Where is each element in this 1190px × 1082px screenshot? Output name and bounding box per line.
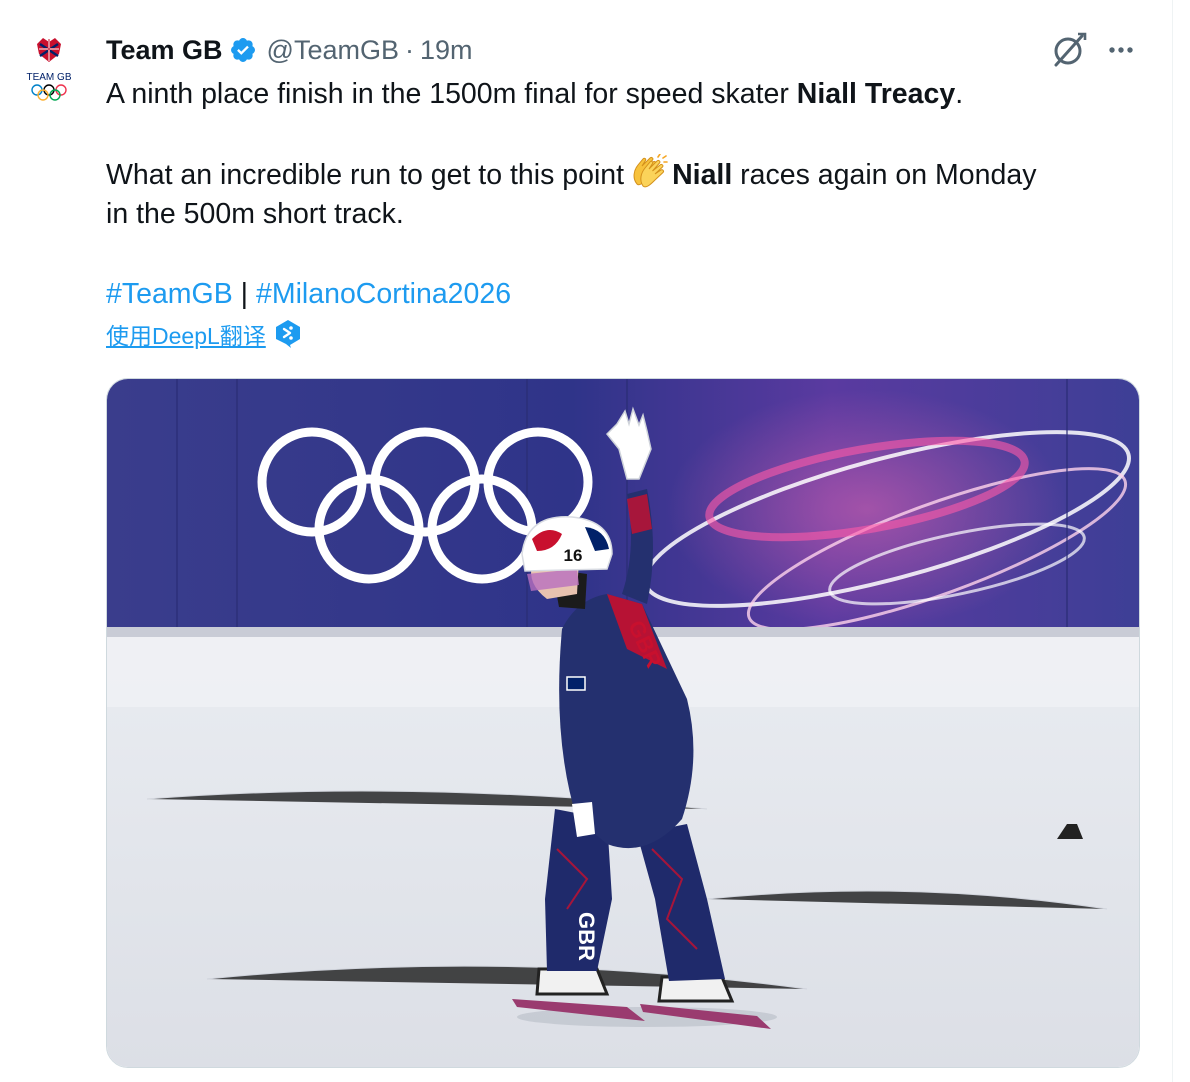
tweet-line-2: What an incredible run to get to this po… [106, 154, 1136, 194]
logo-text: TEAM GB [26, 72, 71, 83]
grok-icon[interactable] [1048, 30, 1088, 70]
tweet-line-1-text: A ninth place finish in the 1500m final … [106, 78, 797, 110]
tweet-line-3: in the 500m short track. [106, 198, 404, 230]
mention-niall: Niall [672, 159, 733, 191]
timestamp[interactable]: 19m [420, 35, 473, 66]
mention-niall-treacy: Niall Treacy [796, 78, 956, 110]
tweet-line-2-suffix: races again on Monday [732, 159, 1037, 191]
tweet-line-1: A ninth place finish in the 1500m final … [106, 74, 1136, 114]
hashtag-line: #TeamGB | #MilanoCortina2026 [106, 274, 1136, 314]
hashtag-milanocortina2026[interactable]: #MilanoCortina2026 [256, 278, 511, 310]
tweet-photo[interactable]: GBR GBR 16 [106, 378, 1140, 1068]
avatar[interactable]: TEAM GB [10, 30, 88, 108]
tweet-line-2-text: What an incredible run to get to this po… [106, 159, 625, 191]
verified-badge-icon[interactable] [229, 36, 257, 64]
speed-skater-photo: GBR GBR 16 [107, 379, 1139, 1067]
team-gb-logo-icon: TEAM GB [26, 38, 72, 101]
more-options-icon[interactable] [1104, 34, 1138, 66]
translate-row: 使用DeepL翻译 [106, 318, 302, 350]
tweet-text: A ninth place finish in the 1500m final … [106, 74, 1136, 314]
hashtag-separator: | [232, 278, 256, 310]
hashtag-teamgb[interactable]: #TeamGB [106, 278, 233, 310]
tweet-line-1-suffix: . [955, 78, 964, 110]
deepl-icon[interactable] [274, 319, 302, 349]
separator-dot: · [404, 34, 414, 65]
clapping-hands-emoji [628, 154, 668, 190]
display-name[interactable]: Team GB [106, 35, 223, 66]
tweet-header: Team GB @TeamGB · 19m [106, 30, 473, 70]
suit-leg-text: GBR [574, 912, 599, 961]
timeline-border [1172, 0, 1173, 1082]
translate-link[interactable]: 使用DeepL翻译 [106, 317, 266, 351]
helmet-number: 16 [564, 546, 583, 565]
user-handle[interactable]: @TeamGB [267, 35, 399, 66]
